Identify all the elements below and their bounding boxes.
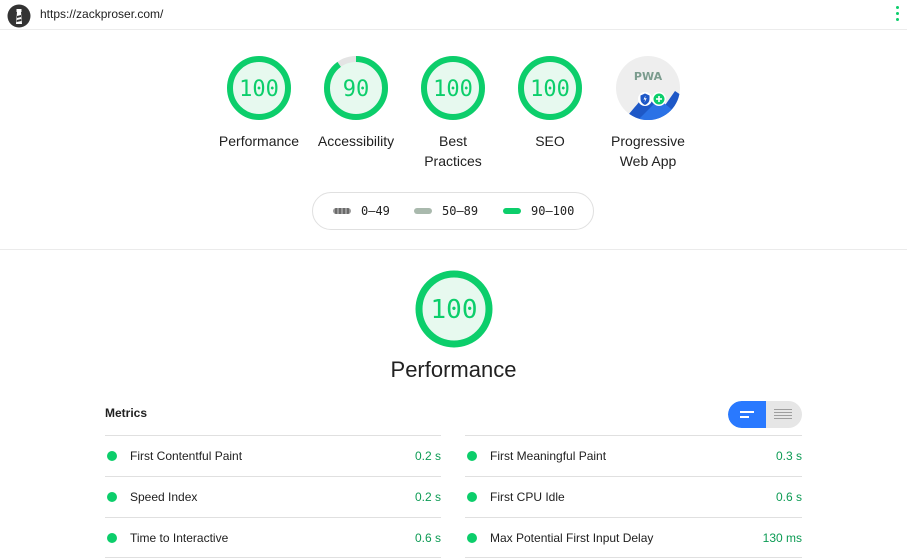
legend-range: 0–49 [361, 204, 390, 218]
metric-name: Speed Index [130, 490, 198, 504]
gauge-label: Performance [218, 133, 300, 149]
metric-value: 0.3 s [775, 449, 802, 463]
score-scale-legend: 0–49 50–89 90–100 [312, 192, 594, 230]
metric-value: 0.2 s [414, 490, 441, 504]
metric-first-meaningful-paint: First Meaningful Paint 0.3 s [467, 446, 802, 466]
metric-max-potential-fid: Max Potential First Input Delay 130 ms [467, 528, 802, 548]
rule [105, 476, 441, 477]
gauge-best-practices[interactable]: 100 Best Practices [413, 55, 493, 171]
gauge-label: Progressive Web App [611, 133, 685, 169]
gauge-label: Best Practices [424, 133, 482, 169]
score-value: 100 [431, 295, 478, 325]
legend-fail-icon [333, 207, 351, 214]
rule [465, 476, 802, 477]
rule [465, 435, 802, 436]
section-divider [0, 249, 907, 250]
pass-icon [107, 451, 117, 461]
pass-icon [467, 492, 477, 502]
rule [465, 517, 802, 518]
lighthouse-logo-icon [7, 4, 31, 28]
rule [105, 435, 441, 436]
legend-pass-icon [503, 207, 521, 214]
performance-gauge-large: 100 [413, 268, 495, 350]
compact-view-button[interactable] [728, 401, 766, 428]
pass-icon [467, 533, 477, 543]
gauge-label: Accessibility [317, 133, 395, 149]
performance-title: Performance [390, 357, 517, 382]
legend-range: 50–89 [442, 204, 479, 218]
metric-value: 0.6 s [775, 490, 802, 504]
report-url[interactable]: https://zackproser.com/ [40, 7, 163, 21]
score-ring: 100 [227, 56, 291, 120]
rule [105, 517, 441, 518]
score-value: 100 [530, 77, 570, 102]
metric-name: Max Potential First Input Delay [490, 531, 654, 545]
rule [465, 557, 802, 558]
metric-value: 0.2 s [414, 449, 441, 463]
gauge-seo[interactable]: 100 SEO [500, 55, 600, 151]
gauge-performance[interactable]: 100 Performance [209, 55, 309, 151]
rule [105, 557, 441, 558]
metric-name: First Meaningful Paint [490, 449, 607, 463]
score-value: 100 [239, 77, 279, 102]
legend-average-icon [414, 207, 432, 214]
metric-speed-index: Speed Index 0.2 s [107, 487, 441, 507]
pass-icon [107, 492, 117, 502]
legend-item-pass: 90–100 [503, 204, 574, 218]
metric-first-contentful-paint: First Contentful Paint 0.2 s [107, 446, 441, 466]
gauge-pwa[interactable]: PWA Progressive Web App [605, 55, 691, 171]
metric-time-to-interactive: Time to Interactive 0.6 s [107, 528, 441, 548]
score-ring: 100 [421, 56, 485, 120]
metric-name: First Contentful Paint [130, 449, 243, 463]
score-ring: 100 [415, 270, 493, 348]
score-ring: 90 [324, 56, 388, 120]
score-value: 100 [433, 77, 473, 102]
legend-item-fail: 0–49 [333, 204, 390, 218]
pwa-badge-text: PWA [634, 70, 663, 83]
tools-menu-icon[interactable] [896, 6, 900, 24]
metric-name: First CPU Idle [490, 490, 565, 504]
score-value: 90 [343, 77, 370, 102]
pass-icon [467, 451, 477, 461]
metric-value: 0.6 s [414, 531, 441, 545]
metric-name: Time to Interactive [130, 531, 229, 545]
gauge-accessibility[interactable]: 90 Accessibility [306, 55, 406, 151]
legend-item-average: 50–89 [414, 204, 478, 218]
gauge-label: SEO [535, 133, 565, 149]
legend-range: 90–100 [531, 204, 575, 218]
metrics-view-toggle[interactable] [728, 401, 802, 428]
report-topbar: https://zackproser.com/ [0, 0, 907, 30]
score-ring: 100 [518, 56, 582, 120]
metrics-heading: Metrics [105, 406, 148, 420]
pwa-badge-icon: PWA [616, 56, 680, 120]
metric-value: 130 ms [762, 531, 802, 545]
pass-icon [107, 533, 117, 543]
metric-first-cpu-idle: First CPU Idle 0.6 s [467, 487, 802, 507]
